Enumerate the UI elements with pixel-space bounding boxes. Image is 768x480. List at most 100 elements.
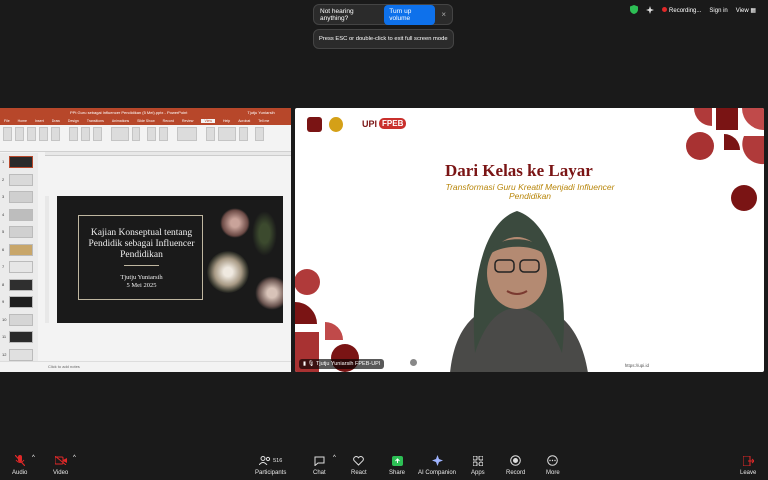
more-label: More	[546, 470, 560, 476]
recording-indicator[interactable]: Recording...	[662, 7, 701, 14]
camera-off-icon	[54, 455, 67, 466]
ppt-tab-home[interactable]: Home	[18, 119, 27, 123]
slide-thumbnail[interactable]	[9, 261, 33, 273]
participant-name: Tjutju Yuniarsih FPEB-UPI	[315, 361, 381, 367]
normal-view-icon[interactable]	[3, 127, 12, 141]
video-button[interactable]: Video	[53, 455, 68, 476]
arrange-icon[interactable]	[218, 127, 236, 141]
notes-pane[interactable]: Click to add notes	[0, 361, 291, 372]
ppt-tab-design[interactable]: Design	[68, 119, 79, 123]
shield-icon[interactable]	[630, 5, 639, 16]
ppt-tab-view[interactable]: View	[201, 119, 215, 123]
ppt-tab-slide-show[interactable]: Slide Show	[137, 119, 155, 123]
macros-icon[interactable]	[255, 127, 264, 141]
slide-thumbnail[interactable]	[9, 278, 33, 291]
slide-thumbnail[interactable]	[9, 243, 33, 256]
slide-number: 10	[2, 316, 7, 322]
slide-thumbnail[interactable]	[9, 173, 33, 186]
upi-logo: UPI FPEB	[362, 118, 407, 129]
upi-logo-text: UPI	[362, 118, 378, 129]
ppt-tab-acrobat[interactable]: Acrobat	[238, 119, 250, 123]
ppt-tab-record[interactable]: Record	[163, 119, 174, 123]
decorative-pattern	[686, 108, 764, 211]
slide-thumbnail[interactable]	[9, 313, 33, 326]
ppt-tab-insert[interactable]: Insert	[35, 119, 44, 123]
slide-thumbnail[interactable]	[9, 331, 33, 343]
more-button[interactable]: More	[546, 455, 560, 476]
participant-name-tag: ▮ 🎙 Tjutju Yuniarsih FPEB-UPI	[299, 359, 385, 369]
reading-view-icon[interactable]	[51, 127, 60, 141]
view-label: View	[735, 8, 749, 14]
fpeb-badge: FPEB	[379, 118, 407, 129]
view-button[interactable]: View ▦	[736, 7, 756, 14]
slide-canvas[interactable]: Kajian Konseptual tentang Pendidik sebag…	[57, 196, 283, 323]
slide-number: 5	[2, 229, 5, 234]
react-button[interactable]: React	[351, 455, 367, 476]
slide-thumbnails-pane[interactable]: 1 2 3 4 5 6 7 8 9 10 11 12	[0, 153, 38, 363]
record-button[interactable]: Record	[506, 455, 525, 476]
new-window-icon[interactable]	[206, 127, 215, 141]
more-icon	[547, 455, 559, 466]
slide-thumbnail[interactable]	[9, 191, 33, 203]
outline-view-icon[interactable]	[15, 127, 24, 141]
mic-on-icon: 🎙	[307, 361, 315, 367]
notes-page-icon[interactable]	[39, 127, 48, 141]
slide-thumbnail[interactable]	[9, 296, 33, 308]
leave-button[interactable]: Leave	[740, 455, 756, 476]
slide-sorter-icon[interactable]	[27, 127, 36, 141]
fullscreen-notice-text: Press ESC or double-click to exit full s…	[319, 36, 448, 42]
chat-button[interactable]: Chat	[313, 455, 326, 476]
ppt-user-name: Tjutju Yuniarsih	[247, 110, 275, 115]
ai-sparkle-icon[interactable]	[646, 5, 655, 16]
university-crest-icon	[307, 117, 322, 132]
ppt-tab-help[interactable]: Help	[223, 119, 230, 123]
slide-number: 1	[2, 159, 5, 164]
zoom-icon[interactable]	[147, 127, 156, 141]
slide-thumbnail[interactable]	[9, 348, 33, 361]
video-options-chevron-icon[interactable]: ^	[73, 455, 76, 461]
audio-options-chevron-icon[interactable]: ^	[32, 455, 35, 461]
audio-notice-text: Not hearing anything?	[320, 7, 354, 22]
apps-button[interactable]: Apps	[471, 455, 485, 476]
chat-options-chevron-icon[interactable]: ^	[333, 455, 336, 461]
audio-button[interactable]: Audio	[12, 455, 27, 476]
turn-up-volume-button[interactable]: Turn up volume	[384, 4, 436, 25]
slide-number: 6	[2, 246, 5, 252]
shared-screen-powerpoint[interactable]: PPt Guru sebagai Influencer Pendidikan (…	[0, 108, 291, 372]
slide-master-icon[interactable]	[69, 127, 78, 141]
share-button[interactable]: Share	[389, 455, 405, 476]
apps-icon	[472, 455, 484, 466]
participants-button[interactable]: 516 Participants	[255, 455, 286, 476]
ppt-window-title: PPt Guru sebagai Influencer Pendidikan (…	[70, 110, 188, 115]
ruler-toggle-icon[interactable]	[111, 127, 129, 141]
ppt-tab-draw[interactable]: Draw	[52, 119, 60, 123]
notes-toggle-icon[interactable]	[132, 127, 140, 141]
slide-number: 8	[2, 281, 5, 287]
heart-icon	[353, 455, 365, 466]
notes-placeholder: Click to add notes	[48, 364, 80, 369]
background-subtitle: Transformasi Guru Kreatif Menjadi Influe…	[445, 182, 615, 201]
slide-thumbnail[interactable]	[9, 156, 33, 168]
fullscreen-notice: Press ESC or double-click to exit full s…	[313, 29, 454, 49]
color-mode-icon[interactable]	[177, 127, 197, 141]
slide-divider	[124, 265, 159, 266]
slide-thumbnail[interactable]	[9, 226, 33, 238]
ppt-tab-review[interactable]: Review	[182, 119, 193, 123]
fit-window-icon[interactable]	[159, 127, 168, 141]
switch-windows-icon[interactable]	[239, 127, 248, 141]
record-label: Record	[506, 470, 526, 476]
handout-master-icon[interactable]	[81, 127, 90, 141]
ppt-tab-transitions[interactable]: Transitions	[87, 119, 104, 123]
notes-master-icon[interactable]	[93, 127, 102, 141]
ai-companion-button[interactable]: AI Companion	[418, 455, 456, 476]
chat-label: Chat	[313, 470, 326, 476]
close-icon[interactable]: ×	[441, 10, 446, 19]
speaker-video-tile[interactable]: UPI FPEB Dari Kelas ke Layar Transformas…	[295, 108, 764, 372]
ppt-tab-file[interactable]: File	[4, 119, 10, 123]
ppt-title-bar: PPt Guru sebagai Influencer Pendidikan (…	[0, 108, 291, 117]
ai-companion-icon	[431, 455, 443, 466]
ppt-tab-animations[interactable]: Animations	[112, 119, 129, 123]
sign-in-link[interactable]: Sign in	[709, 8, 727, 14]
ppt-tab-tell-me[interactable]: Tell me	[258, 119, 269, 123]
slide-thumbnail[interactable]	[9, 208, 33, 221]
